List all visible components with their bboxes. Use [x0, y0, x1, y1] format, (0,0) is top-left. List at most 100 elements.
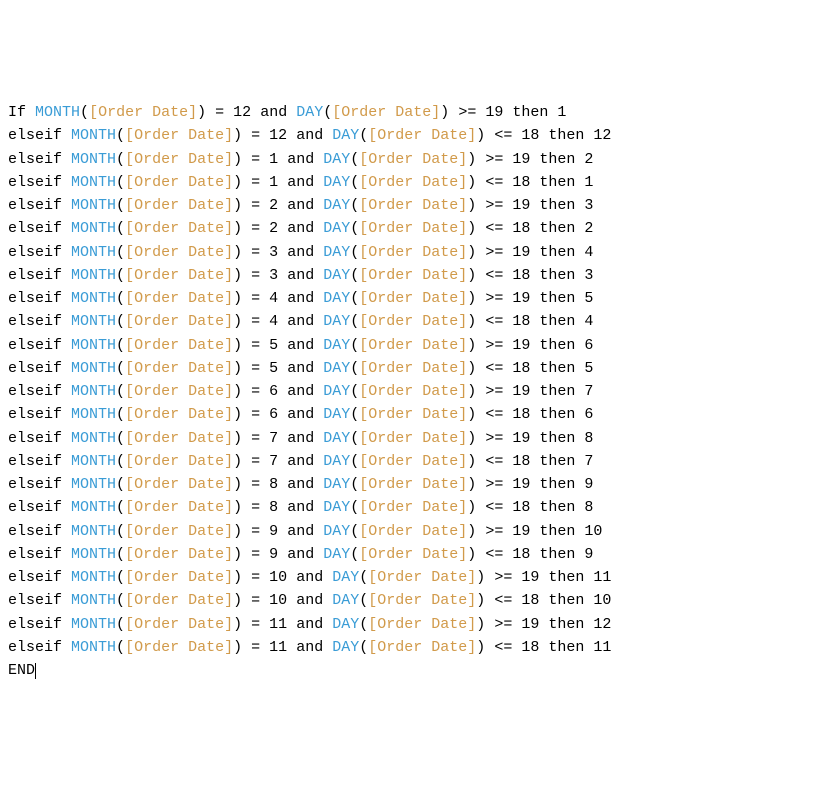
keyword-then: then	[539, 430, 575, 447]
field-order-date: [Order Date]	[359, 383, 467, 400]
day-value: 19	[512, 197, 530, 214]
function-month: MONTH	[71, 383, 116, 400]
paren-close: )	[233, 151, 242, 168]
paren-close: )	[233, 267, 242, 284]
month-value: 6	[269, 406, 278, 423]
field-order-date: [Order Date]	[125, 151, 233, 168]
paren-open: (	[350, 523, 359, 540]
function-month: MONTH	[71, 337, 116, 354]
function-month: MONTH	[71, 127, 116, 144]
field-order-date: [Order Date]	[359, 499, 467, 516]
keyword-and: and	[287, 337, 314, 354]
field-order-date: [Order Date]	[359, 430, 467, 447]
code-line: elseif MONTH([Order Date]) = 8 and DAY([…	[8, 473, 814, 496]
result-value: 3	[584, 267, 593, 284]
paren-close: )	[233, 499, 242, 516]
day-value: 19	[512, 151, 530, 168]
operator-eq: =	[251, 569, 260, 586]
keyword-elseif: elseif	[8, 174, 62, 191]
paren-open: (	[116, 313, 125, 330]
keyword-and: and	[287, 406, 314, 423]
code-line: elseif MONTH([Order Date]) = 6 and DAY([…	[8, 403, 814, 426]
paren-close: )	[233, 244, 242, 261]
paren-close: )	[467, 244, 476, 261]
day-value: 18	[512, 313, 530, 330]
day-value: 18	[512, 220, 530, 237]
operator-le: <=	[485, 546, 503, 563]
function-day: DAY	[323, 430, 350, 447]
month-value: 1	[269, 174, 278, 191]
result-value: 12	[593, 127, 611, 144]
field-order-date: [Order Date]	[368, 616, 476, 633]
operator-eq: =	[251, 197, 260, 214]
paren-open: (	[350, 174, 359, 191]
paren-open: (	[350, 360, 359, 377]
operator-ge: >=	[485, 523, 503, 540]
operator-eq: =	[251, 499, 260, 516]
function-month: MONTH	[71, 499, 116, 516]
function-month: MONTH	[71, 430, 116, 447]
field-order-date: [Order Date]	[125, 290, 233, 307]
keyword-elseif: elseif	[8, 430, 62, 447]
keyword-and: and	[287, 430, 314, 447]
result-value: 8	[584, 430, 593, 447]
operator-eq: =	[251, 337, 260, 354]
function-day: DAY	[323, 151, 350, 168]
keyword-then: then	[548, 127, 584, 144]
function-month: MONTH	[71, 569, 116, 586]
day-value: 19	[512, 337, 530, 354]
paren-open: (	[116, 151, 125, 168]
day-value: 19	[512, 290, 530, 307]
paren-close: )	[233, 174, 242, 191]
field-order-date: [Order Date]	[125, 337, 233, 354]
keyword-then: then	[539, 267, 575, 284]
paren-close: )	[467, 546, 476, 563]
month-value: 4	[269, 313, 278, 330]
code-line: elseif MONTH([Order Date]) = 3 and DAY([…	[8, 241, 814, 264]
paren-close: )	[233, 127, 242, 144]
keyword-and: and	[296, 616, 323, 633]
keyword-and: and	[287, 220, 314, 237]
keyword-elseif: elseif	[8, 290, 62, 307]
keyword-and: and	[287, 360, 314, 377]
operator-eq: =	[251, 430, 260, 447]
keyword-then: then	[539, 523, 575, 540]
keyword-elseif: elseif	[8, 546, 62, 563]
paren-close: )	[476, 127, 485, 144]
month-value: 2	[269, 197, 278, 214]
month-value: 3	[269, 244, 278, 261]
keyword-and: and	[287, 546, 314, 563]
paren-close: )	[233, 290, 242, 307]
paren-close: )	[233, 476, 242, 493]
paren-open: (	[116, 220, 125, 237]
keyword-end: END	[8, 662, 35, 679]
paren-close: )	[233, 360, 242, 377]
function-day: DAY	[323, 476, 350, 493]
result-value: 2	[584, 220, 593, 237]
operator-le: <=	[485, 499, 503, 516]
operator-eq: =	[251, 616, 260, 633]
code-line: elseif MONTH([Order Date]) = 7 and DAY([…	[8, 450, 814, 473]
field-order-date: [Order Date]	[359, 290, 467, 307]
field-order-date: [Order Date]	[359, 523, 467, 540]
field-order-date: [Order Date]	[125, 476, 233, 493]
code-line: elseif MONTH([Order Date]) = 1 and DAY([…	[8, 171, 814, 194]
paren-open: (	[350, 430, 359, 447]
paren-close: )	[467, 430, 476, 447]
keyword-then: then	[539, 290, 575, 307]
month-value: 8	[269, 476, 278, 493]
paren-open: (	[350, 499, 359, 516]
month-value: 9	[269, 523, 278, 540]
function-month: MONTH	[71, 360, 116, 377]
operator-le: <=	[485, 313, 503, 330]
field-order-date: [Order Date]	[359, 197, 467, 214]
result-value: 12	[593, 616, 611, 633]
field-order-date: [Order Date]	[359, 244, 467, 261]
field-order-date: [Order Date]	[125, 197, 233, 214]
month-value: 6	[269, 383, 278, 400]
function-day: DAY	[296, 104, 323, 121]
month-value: 11	[269, 616, 287, 633]
day-value: 18	[512, 453, 530, 470]
paren-open: (	[359, 639, 368, 656]
function-day: DAY	[323, 220, 350, 237]
